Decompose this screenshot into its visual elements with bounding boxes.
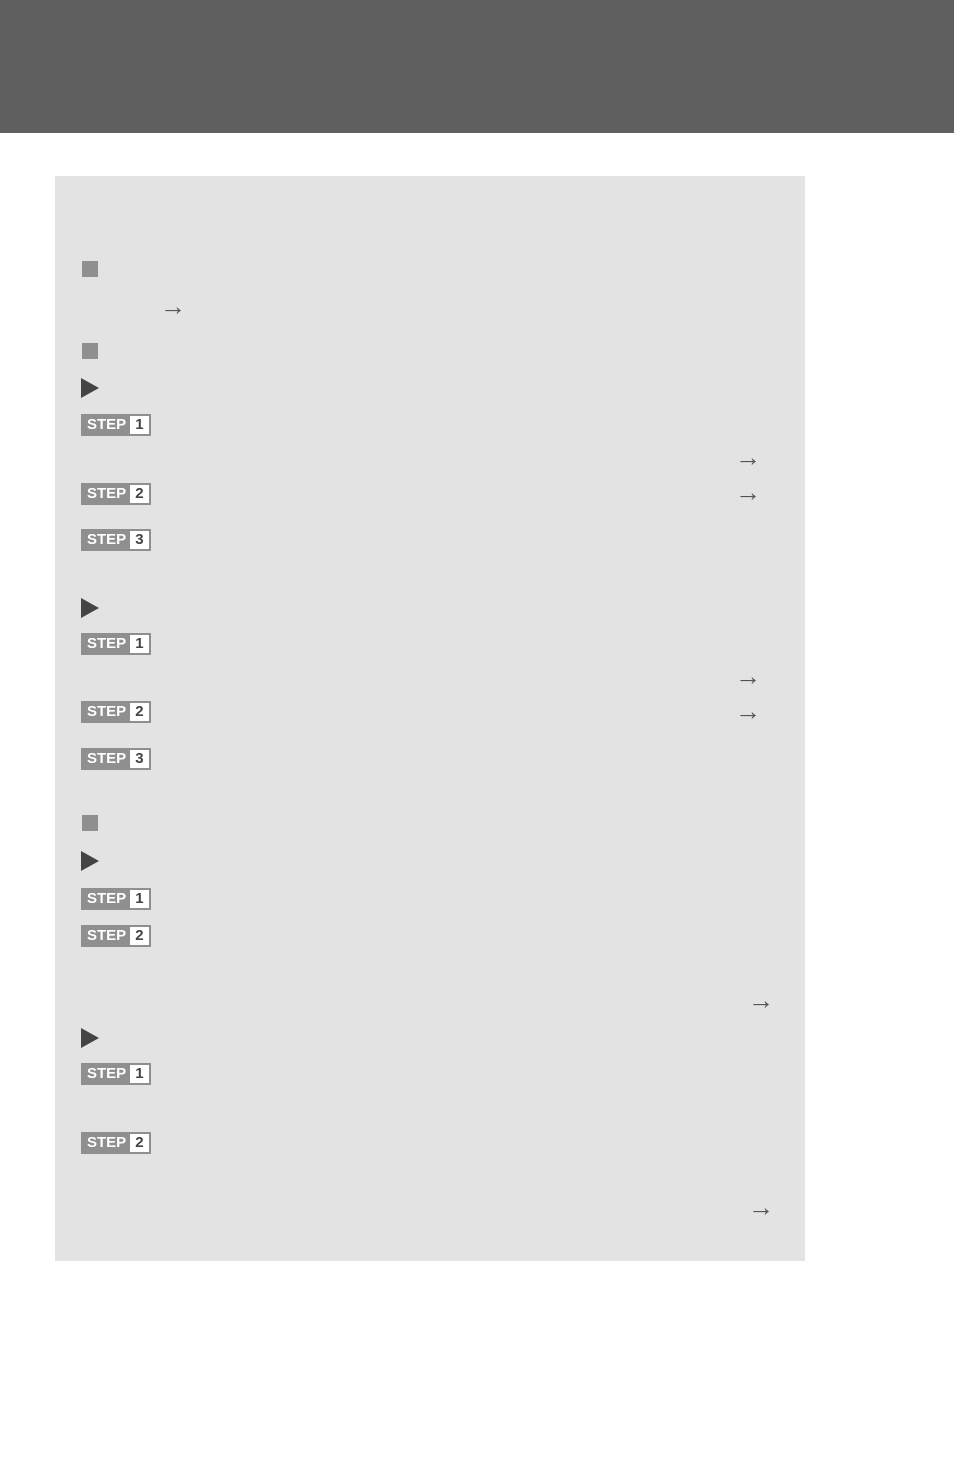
step-label: STEP (83, 531, 130, 549)
step-number: 3 (130, 750, 148, 768)
step-number: 1 (130, 416, 148, 434)
arrow-right-icon: → (748, 1194, 774, 1220)
step-label: STEP (83, 485, 130, 503)
header-band (0, 0, 954, 133)
step-badge: STEP1 (81, 414, 151, 436)
triangle-play-icon (81, 1028, 99, 1048)
arrow-right-icon: → (748, 987, 774, 1013)
step-badge: STEP1 (81, 1063, 151, 1085)
square-bullet-icon (82, 261, 98, 277)
triangle-play-icon (81, 851, 99, 871)
step-badge: STEP3 (81, 529, 151, 551)
step-badge: STEP1 (81, 633, 151, 655)
step-label: STEP (83, 890, 130, 908)
step-badge: STEP1 (81, 888, 151, 910)
content-panel: →STEP1→STEP2→STEP3STEP1→STEP2→STEP3STEP1… (55, 176, 805, 1261)
step-label: STEP (83, 927, 130, 945)
arrow-right-icon: → (735, 444, 761, 470)
step-badge: STEP2 (81, 1132, 151, 1154)
step-number: 2 (130, 1134, 148, 1152)
step-badge: STEP2 (81, 483, 151, 505)
square-bullet-icon (82, 343, 98, 359)
arrow-right-icon: → (735, 479, 761, 505)
step-label: STEP (83, 750, 130, 768)
triangle-play-icon (81, 598, 99, 618)
step-number: 2 (130, 703, 148, 721)
page-body: →STEP1→STEP2→STEP3STEP1→STEP2→STEP3STEP1… (0, 176, 954, 1261)
arrow-right-icon: → (735, 663, 761, 689)
step-number: 1 (130, 890, 148, 908)
step-label: STEP (83, 1134, 130, 1152)
arrow-right-icon: → (160, 293, 186, 319)
step-number: 1 (130, 1065, 148, 1083)
step-badge: STEP2 (81, 925, 151, 947)
step-number: 3 (130, 531, 148, 549)
step-label: STEP (83, 416, 130, 434)
step-badge: STEP3 (81, 748, 151, 770)
square-bullet-icon (82, 815, 98, 831)
arrow-right-icon: → (735, 698, 761, 724)
triangle-play-icon (81, 378, 99, 398)
step-number: 2 (130, 927, 148, 945)
step-label: STEP (83, 1065, 130, 1083)
step-label: STEP (83, 635, 130, 653)
step-number: 2 (130, 485, 148, 503)
step-label: STEP (83, 703, 130, 721)
step-number: 1 (130, 635, 148, 653)
step-badge: STEP2 (81, 701, 151, 723)
